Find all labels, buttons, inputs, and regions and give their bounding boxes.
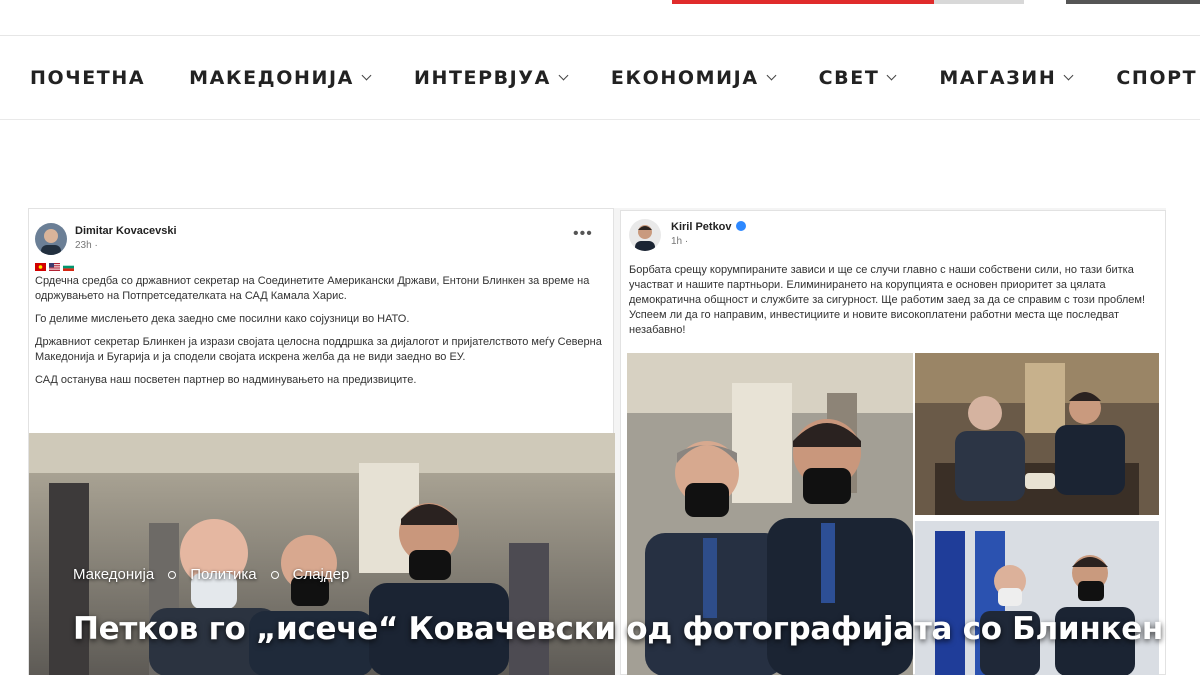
- top-accent-dark: [1066, 0, 1200, 4]
- category-link[interactable]: Македонија: [73, 566, 154, 583]
- post-body: Борбата срещу корумпираните зависи и ще …: [629, 264, 1146, 336]
- chevron-down-icon: [361, 70, 372, 80]
- post-photo-meeting: [915, 353, 1159, 515]
- flag-us-icon: [49, 263, 60, 271]
- top-accent-grey: [934, 0, 1024, 4]
- category-link[interactable]: Слајдер: [293, 566, 350, 583]
- more-options-icon: •••: [573, 225, 593, 242]
- chevron-down-icon: [886, 70, 897, 80]
- post-header: Kiril Petkov 1h ·: [621, 211, 1165, 259]
- post-author-line: Kiril Petkov: [671, 221, 746, 233]
- top-bar: [0, 0, 1200, 36]
- separator-dot-icon: [168, 570, 177, 579]
- post-header: Dimitar Kovacevski 23h · •••: [29, 209, 613, 257]
- nav-item-label: ПОЧЕТНА: [30, 66, 146, 89]
- nav-item-sport[interactable]: СПОРТ: [1116, 67, 1200, 89]
- post-time: 23h ·: [75, 240, 98, 251]
- post-paragraph: САД останува наш посветен партнер во над…: [35, 374, 417, 386]
- verified-badge-icon: [735, 221, 746, 231]
- nav-item-label: МАКЕДОНИЈА: [189, 66, 354, 89]
- article-headline[interactable]: Петков го „исече“ Ковачевски од фотограф…: [73, 608, 1173, 650]
- post-author: Dimitar Kovacevski: [75, 225, 177, 237]
- nav-item-label: МАГАЗИН: [939, 66, 1057, 89]
- avatar: [35, 223, 67, 255]
- chevron-down-icon: [558, 70, 569, 80]
- post-paragraph: Го делиме мислењето дека заедно сме поси…: [35, 313, 410, 325]
- post-body: Срдечна средба со државниот секретар на …: [35, 263, 605, 396]
- post-author: Kiril Petkov: [671, 221, 732, 233]
- flag-mk-icon: [35, 263, 46, 271]
- facebook-post-left: Dimitar Kovacevski 23h · ••• Срдечна сре…: [28, 208, 615, 675]
- category-link[interactable]: Политика: [190, 566, 256, 583]
- post-paragraph: Државниот секретар Блинкен ја изрази сво…: [35, 336, 602, 363]
- post-paragraph: Срдечна средба со државниот секретар на …: [35, 275, 590, 302]
- chevron-down-icon: [1063, 70, 1074, 80]
- top-accent-red: [672, 0, 934, 4]
- avatar: [629, 219, 661, 251]
- nav-item-label: ИНТЕРВЈУА: [413, 66, 551, 89]
- main-navigation: ПОЧЕТНА МАКЕДОНИЈА ИНТЕРВЈУА ЕКОНОМИЈА С…: [0, 36, 1200, 120]
- nav-item-ekonomija[interactable]: ЕКОНОМИЈА: [610, 66, 777, 89]
- post-photo-flags: [915, 521, 1159, 675]
- nav-item-label: ЕКОНОМИЈА: [610, 66, 759, 89]
- nav-item-magazin[interactable]: МАГАЗИН: [939, 66, 1074, 89]
- nav-item-makedonija[interactable]: МАКЕДОНИЈА: [189, 66, 372, 89]
- featured-image[interactable]: Dimitar Kovacevski 23h · ••• Срдечна сре…: [28, 208, 1166, 675]
- nav-item-svet[interactable]: СВЕТ: [818, 66, 897, 89]
- nav-item-label: СПОРТ: [1116, 66, 1198, 89]
- separator-dot-icon: [270, 570, 279, 579]
- chevron-down-icon: [766, 70, 777, 80]
- flags-emoji: [35, 263, 605, 271]
- flag-bg-icon: [63, 263, 74, 271]
- article-categories: Македонија Политика Слајдер: [73, 566, 349, 583]
- nav-item-intervjua[interactable]: ИНТЕРВЈУА: [413, 66, 569, 89]
- post-time: 1h ·: [671, 236, 689, 247]
- facebook-post-right: Kiril Petkov 1h · Борбата срещу корумпир…: [620, 210, 1166, 675]
- nav-item-label: СВЕТ: [818, 66, 880, 89]
- nav-item-pochetna[interactable]: ПОЧЕТНА: [30, 67, 145, 89]
